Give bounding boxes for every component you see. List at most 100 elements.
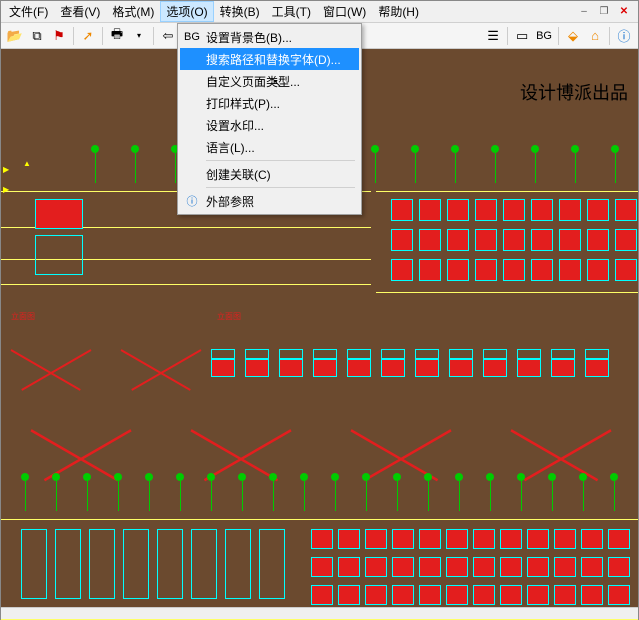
drawing-element	[419, 529, 441, 549]
dd-label: 自定义页面类型...	[206, 73, 300, 90]
drawing-element	[446, 585, 468, 605]
drawing-element	[313, 349, 337, 359]
drawing-element	[149, 481, 150, 511]
drawing-element	[531, 229, 553, 251]
drawing-element	[180, 481, 181, 511]
copy-icon[interactable]: ⧉	[27, 26, 47, 46]
dd-label: 创建关联(C)	[206, 166, 271, 183]
menu-format[interactable]: 格式(M)	[106, 1, 160, 22]
drawing-element	[581, 585, 603, 605]
drawing-element	[446, 529, 468, 549]
drawing-element	[475, 259, 497, 281]
drawing-element	[535, 153, 536, 183]
menu-help[interactable]: 帮助(H)	[372, 1, 425, 22]
drawing-element	[483, 349, 507, 359]
drawing-element	[365, 557, 387, 577]
drawing-element	[551, 349, 575, 359]
bg-label-2[interactable]: BG	[534, 30, 554, 42]
separator	[507, 27, 508, 45]
drawing-element	[449, 349, 473, 359]
drawing-element	[304, 481, 305, 511]
paint-icon[interactable]: ⬙	[563, 26, 583, 46]
drawing-element	[587, 229, 609, 251]
flag-icon[interactable]: ⚑	[49, 26, 69, 46]
dd-create-assoc[interactable]: 创建关联(C)	[180, 163, 359, 185]
menu-options[interactable]: 选项(O)	[160, 1, 213, 22]
drawing-element	[581, 557, 603, 577]
menu-convert[interactable]: 转换(B)	[214, 1, 266, 22]
menu-file[interactable]: 文件(F)	[3, 1, 54, 22]
separator	[609, 27, 610, 45]
drawing-element	[428, 481, 429, 511]
drawing-element	[362, 473, 370, 481]
home-icon[interactable]: ⌂	[585, 26, 605, 46]
drawing-element	[331, 473, 339, 481]
window-controls: – ❐ ✕	[576, 5, 636, 19]
drawing-element	[611, 145, 619, 153]
drawing-element	[608, 557, 630, 577]
dropdown-icon[interactable]: ▾	[129, 26, 149, 46]
drawing-element	[211, 349, 235, 359]
drawing-element	[473, 585, 495, 605]
menu-tools[interactable]: 工具(T)	[266, 1, 317, 22]
dd-custom-page-type[interactable]: 自定义页面类型...	[180, 70, 359, 92]
restore-button[interactable]: ❐	[596, 5, 612, 19]
drawing-element	[503, 199, 525, 221]
open-icon[interactable]: 📂	[5, 26, 25, 46]
drawing-element	[335, 481, 336, 511]
drawing-element	[552, 481, 553, 511]
drawing-element	[521, 481, 522, 511]
menu-window[interactable]: 窗口(W)	[317, 1, 372, 22]
prev-icon[interactable]: ⇦	[158, 26, 178, 46]
drawing-element	[571, 145, 579, 153]
drawing-element	[313, 359, 337, 377]
drawing-element	[279, 349, 303, 359]
drawing-element	[579, 473, 587, 481]
drawing-element	[391, 229, 413, 251]
drawing-element	[559, 199, 581, 221]
drawing-element	[531, 259, 553, 281]
dd-label: 外部参照	[206, 193, 254, 210]
drawing-element	[503, 229, 525, 251]
drawing-element	[87, 481, 88, 511]
drawing-element	[392, 529, 414, 549]
drawing-element	[451, 145, 459, 153]
drawing-element	[311, 557, 333, 577]
info-icon[interactable]: ⓘ	[614, 26, 634, 46]
drawing-element	[500, 529, 522, 549]
drawing-element	[587, 259, 609, 281]
drawing-element	[392, 557, 414, 577]
minimize-button[interactable]: –	[576, 5, 592, 19]
close-button[interactable]: ✕	[616, 5, 632, 19]
drawing-element	[419, 199, 441, 221]
print-icon[interactable]: 🖶	[107, 26, 127, 46]
drawing-element	[500, 585, 522, 605]
drawing-element	[585, 359, 609, 377]
dd-set-watermark[interactable]: 设置水印...	[180, 114, 359, 136]
drawing-element	[114, 473, 122, 481]
arrow-icon[interactable]: ➚	[78, 26, 98, 46]
drawing-element	[424, 473, 432, 481]
dd-external-ref[interactable]: ⓘ 外部参照	[180, 190, 359, 212]
drawing-element	[419, 585, 441, 605]
list-icon[interactable]: ☰	[483, 26, 503, 46]
drawing-element	[338, 585, 360, 605]
dd-label: 语言(L)...	[206, 139, 255, 156]
drawing-element	[419, 259, 441, 281]
drawing-element	[551, 359, 575, 377]
dd-search-path-font[interactable]: 搜索路径和替换字体(D)... ↖	[180, 48, 359, 70]
page-icon[interactable]: ▭	[512, 26, 532, 46]
dd-label: 搜索路径和替换字体(D)...	[206, 51, 341, 68]
dd-print-style[interactable]: 打印样式(P)...	[180, 92, 359, 114]
menu-view[interactable]: 查看(V)	[54, 1, 106, 22]
drawing-element	[554, 557, 576, 577]
drawing-element	[259, 529, 285, 599]
drawing-element	[415, 153, 416, 183]
dd-language[interactable]: 语言(L)...	[180, 136, 359, 158]
drawing-element	[118, 481, 119, 511]
drawing-element	[131, 145, 139, 153]
drawing-element	[392, 585, 414, 605]
drawing-element	[279, 359, 303, 377]
drawing-element	[123, 529, 149, 599]
dd-set-bgcolor[interactable]: BG 设置背景色(B)...	[180, 26, 359, 48]
